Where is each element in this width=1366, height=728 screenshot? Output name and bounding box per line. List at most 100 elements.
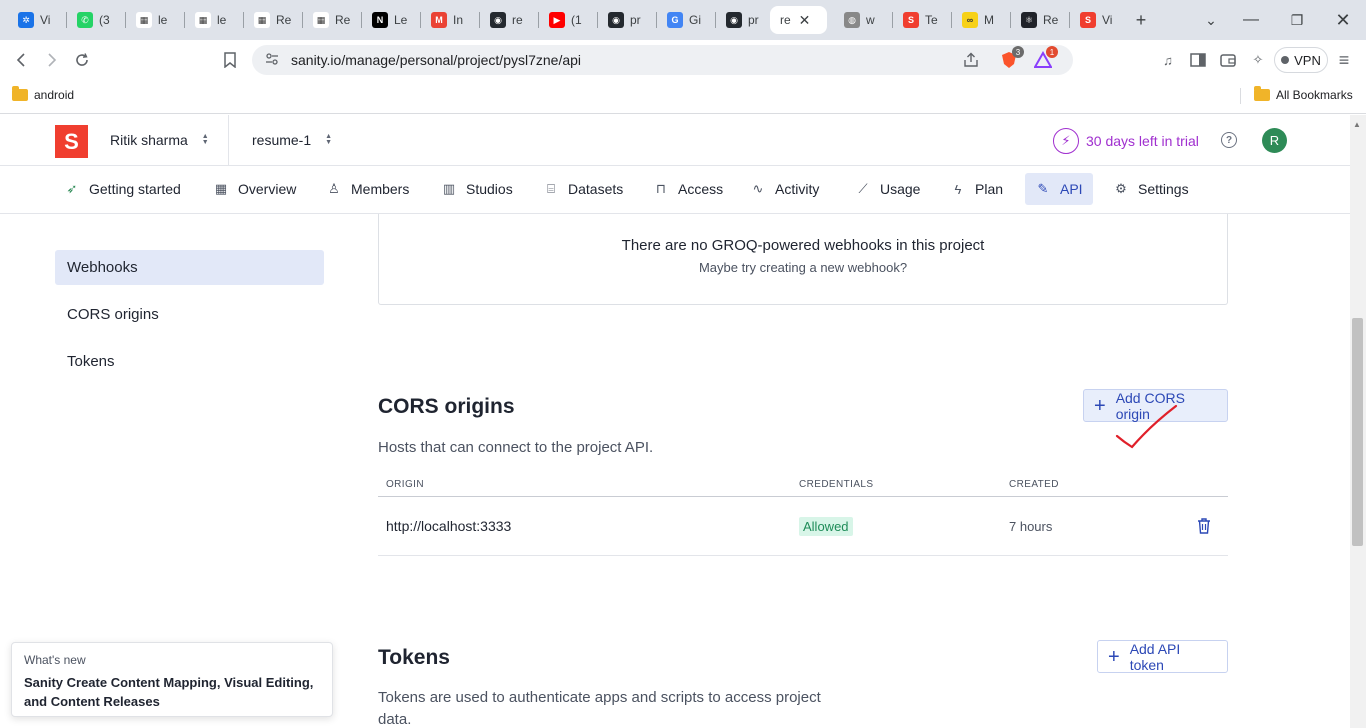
bookmark-label: android — [34, 88, 75, 102]
vpn-button[interactable]: VPN — [1274, 47, 1328, 73]
nav-item-getting-started[interactable]: ➶ Getting started — [54, 173, 191, 205]
tab-title: M — [984, 13, 994, 27]
app-header: S Ritik sharma ▲ ▼ resume-1 ▲ ▼ ⚡ 30 days … — [0, 115, 1350, 166]
nav-item-settings[interactable]: ⚙ Settings — [1103, 173, 1199, 205]
tab-search-chevron-icon[interactable]: ⌄ — [1199, 8, 1223, 32]
site-info-icon[interactable] — [264, 51, 280, 67]
sidebar-toggle-icon[interactable] — [1186, 48, 1210, 72]
tab-title: Vi — [1102, 13, 1113, 27]
sanity-logo[interactable]: S — [55, 125, 88, 158]
nav-item-usage[interactable]: ⟋ Usage — [845, 173, 930, 205]
folder-icon — [1254, 86, 1270, 101]
leo-ai-icon[interactable]: ✧ — [1246, 48, 1270, 72]
forward-arrow-icon[interactable] — [39, 48, 63, 72]
nav-item-members[interactable]: ♙ Members — [316, 173, 419, 205]
browser-tab[interactable]: ▦ le — [126, 6, 182, 34]
add-api-token-button[interactable]: + Add API token — [1097, 640, 1228, 673]
browser-tab[interactable]: ◉ pr — [716, 6, 772, 34]
browser-tab[interactable]: G Gi — [657, 6, 713, 34]
nav-item-access[interactable]: ⊓ Access — [643, 173, 733, 205]
tab-favicon-icon: ◉ — [608, 12, 624, 28]
tab-favicon-icon: S — [1080, 12, 1096, 28]
tab-favicon-icon: S — [903, 12, 919, 28]
close-window-button[interactable]: ✕ — [1331, 8, 1355, 32]
reload-icon[interactable] — [70, 48, 94, 72]
scrollbar-thumb[interactable] — [1352, 318, 1363, 546]
whats-new-label: What's new — [24, 653, 86, 667]
nav-item-datasets[interactable]: ⌸ Datasets — [533, 173, 633, 205]
table-header-divider — [378, 496, 1228, 497]
nav-item-api[interactable]: ✎ API — [1025, 173, 1093, 205]
nav-item-overview[interactable]: ▦ Overview — [203, 173, 306, 205]
vpn-label: VPN — [1294, 52, 1321, 68]
bookmark-folder-android[interactable]: android — [12, 86, 75, 102]
media-icon[interactable]: ♫ — [1156, 48, 1180, 72]
menu-icon[interactable]: ≡ — [1332, 48, 1356, 72]
tab-favicon-icon: M — [431, 12, 447, 28]
bolt-icon: ⚡ — [1053, 128, 1079, 154]
org-switcher[interactable]: Ritik sharma ▲ ▼ — [110, 132, 209, 148]
tab-favicon-icon: ▦ — [195, 12, 211, 28]
chart-icon: ⟋ — [858, 181, 868, 196]
restore-button[interactable]: ❐ — [1285, 8, 1309, 32]
tab-favicon-icon: ▦ — [136, 12, 152, 28]
tokens-section-title: Tokens — [378, 646, 450, 669]
share-icon[interactable] — [962, 51, 980, 69]
browser-tab[interactable]: S Vi — [1070, 6, 1126, 34]
brave-rewards-icon[interactable]: 1 — [1033, 46, 1058, 69]
brave-shields-icon[interactable]: 3 — [1000, 46, 1024, 69]
browser-tab[interactable]: ◉ pr — [598, 6, 654, 34]
address-bar[interactable]: sanity.io/manage/personal/project/pysl7z… — [252, 45, 1073, 75]
nav-item-label: Studios — [466, 181, 513, 197]
created-value: 7 hours — [1009, 519, 1053, 534]
back-arrow-icon[interactable] — [10, 48, 34, 72]
sidebar-item-webhooks[interactable]: Webhooks — [55, 250, 324, 285]
wallet-icon[interactable] — [1216, 48, 1240, 72]
add-cors-origin-button[interactable]: + Add CORS origin — [1083, 389, 1228, 422]
brave-badge: 3 — [1012, 46, 1024, 58]
nav-item-activity[interactable]: ∿ Activity — [740, 173, 829, 205]
tab-title: Gi — [689, 13, 701, 27]
table-row-divider — [378, 555, 1228, 556]
browser-tab[interactable]: ✲ Vi — [8, 6, 64, 34]
browser-tab[interactable]: ◉ re — [480, 6, 536, 34]
browser-tab[interactable]: ∞ M — [952, 6, 1008, 34]
nav-item-label: Datasets — [568, 181, 624, 197]
browser-tab[interactable]: re ✕ — [770, 6, 827, 34]
bookmark-label: All Bookmarks — [1276, 88, 1353, 102]
trial-status[interactable]: ⚡ 30 days left in trial — [1053, 128, 1199, 154]
new-tab-button[interactable]: + — [1129, 8, 1153, 32]
url-text[interactable]: sanity.io/manage/personal/project/pysl7z… — [291, 52, 581, 68]
project-switcher[interactable]: resume-1 ▲ ▼ — [252, 132, 332, 148]
sidebar-item-tokens[interactable]: Tokens — [55, 344, 324, 379]
whats-new-popup[interactable]: What's new Sanity Create Content Mapping… — [11, 642, 333, 717]
bookmarks-divider — [1240, 88, 1241, 104]
trash-icon[interactable] — [1196, 517, 1212, 535]
minimize-button[interactable]: — — [1239, 8, 1263, 32]
sidebar-item-cors-origins[interactable]: CORS origins — [55, 297, 324, 332]
avatar[interactable]: R — [1262, 128, 1287, 153]
browser-tab[interactable]: N Le — [362, 6, 418, 34]
browser-tab[interactable]: M In — [421, 6, 477, 34]
nav-item-plan[interactable]: ϟ Plan — [940, 173, 1013, 205]
browser-tab[interactable]: ✆ (3 — [67, 6, 123, 34]
browser-tab[interactable]: ▶ (1 — [539, 6, 595, 34]
browser-tab[interactable]: ▦ le — [185, 6, 241, 34]
nav-item-studios[interactable]: ▥ Studios — [431, 173, 523, 205]
nav-item-label: Plan — [975, 181, 1004, 197]
browser-tab[interactable]: ◍ w — [834, 6, 890, 34]
vpn-status-icon — [1281, 56, 1290, 64]
tab-favicon-icon: ▦ — [313, 12, 329, 28]
help-icon[interactable]: ? — [1221, 132, 1237, 148]
scroll-up-icon[interactable]: ▲ — [1353, 120, 1361, 129]
browser-tab[interactable]: ⚛ Re — [1011, 6, 1067, 34]
org-name: Ritik sharma — [110, 132, 188, 148]
bookmark-icon[interactable] — [218, 48, 242, 72]
browser-tab[interactable]: ▦ Re — [244, 6, 300, 34]
all-bookmarks-button[interactable]: All Bookmarks — [1254, 86, 1353, 102]
browser-tab[interactable]: ▦ Re — [303, 6, 359, 34]
close-tab-icon[interactable]: ✕ — [799, 12, 811, 29]
column-header-credentials: CREDENTIALS — [799, 479, 874, 490]
browser-tab[interactable]: S Te — [893, 6, 949, 34]
whats-new-text[interactable]: Sanity Create Content Mapping, Visual Ed… — [24, 673, 320, 711]
